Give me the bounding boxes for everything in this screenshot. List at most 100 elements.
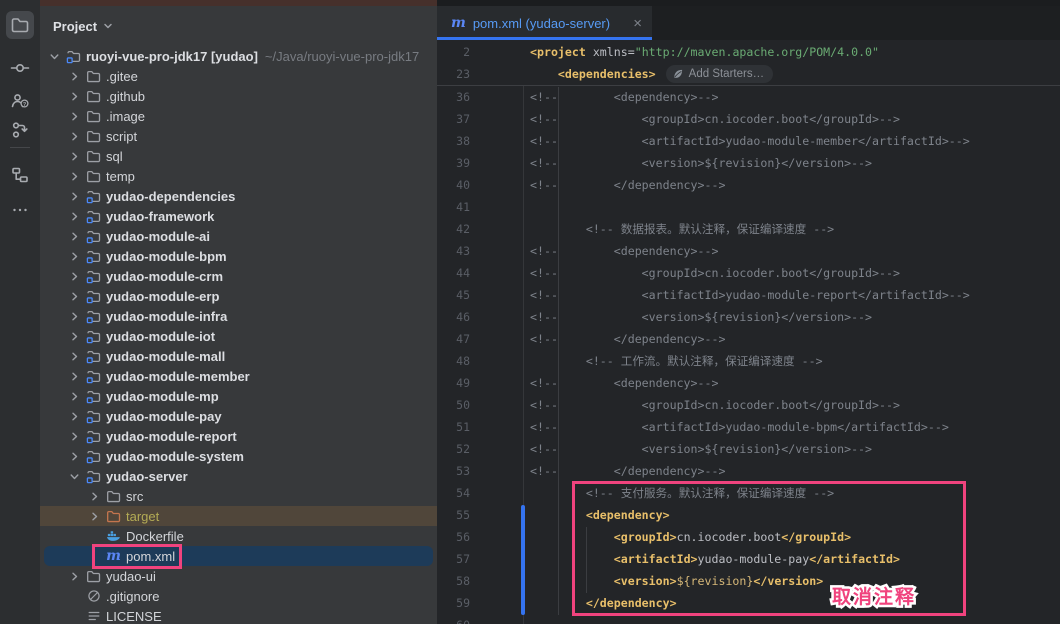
tree-item-label: yudao-module-system bbox=[106, 449, 244, 464]
add-starters-inlay[interactable]: Add Starters… bbox=[666, 65, 773, 83]
tree-item-yudao-module-member[interactable]: yudao-module-member bbox=[40, 366, 437, 386]
tree-item-yudao-module-bpm[interactable]: yudao-module-bpm bbox=[40, 246, 437, 266]
editor-body[interactable]: 36<!-- <dependency>-->37<!-- <groupId>cn… bbox=[437, 40, 1060, 624]
stripe-pull-requests-button[interactable]: ? bbox=[6, 87, 34, 115]
code-line-2: 2<project xmlns="http://maven.apache.org… bbox=[437, 41, 1060, 63]
editor-area[interactable]: m pom.xml (yudao-server) × 36<!-- <depen… bbox=[437, 6, 1060, 624]
folder-icon bbox=[86, 569, 101, 584]
code-line-36: 36<!-- <dependency>--> bbox=[437, 86, 1060, 108]
more-icon bbox=[10, 200, 30, 220]
stripe-project-button[interactable] bbox=[6, 11, 34, 39]
tree-item-yudao-framework[interactable]: yudao-framework bbox=[40, 206, 437, 226]
tree-item-yudao-module-pay[interactable]: yudao-module-pay bbox=[40, 406, 437, 426]
chevron-right-icon[interactable] bbox=[66, 106, 83, 126]
chevron-right-icon[interactable] bbox=[66, 406, 83, 426]
close-icon[interactable]: × bbox=[633, 16, 642, 31]
chevron-right-icon[interactable] bbox=[86, 506, 103, 526]
tree-item-content: .github bbox=[40, 86, 145, 106]
chevron-right-icon[interactable] bbox=[66, 366, 83, 386]
tab-pom-xml[interactable]: m pom.xml (yudao-server) × bbox=[437, 6, 652, 40]
chevron-right-icon[interactable] bbox=[66, 426, 83, 446]
tree-item-.github[interactable]: .github bbox=[40, 86, 437, 106]
project-view-selector[interactable]: Project bbox=[53, 14, 113, 38]
tree-item-.gitee[interactable]: .gitee bbox=[40, 66, 437, 86]
tree-item-dockerfile[interactable]: Dockerfile bbox=[40, 526, 437, 546]
chevron-right-icon[interactable] bbox=[66, 386, 83, 406]
tree-item-yudao-module-system[interactable]: yudao-module-system bbox=[40, 446, 437, 466]
chevron-right-icon[interactable] bbox=[66, 166, 83, 186]
chevron-right-icon[interactable] bbox=[66, 66, 83, 86]
tree-item-yudao-module-mall[interactable]: yudao-module-mall bbox=[40, 346, 437, 366]
tree-item-label: sql bbox=[106, 149, 123, 164]
tree-item-.image[interactable]: .image bbox=[40, 106, 437, 126]
chevron-right-icon[interactable] bbox=[66, 86, 83, 106]
tree-item-yudao-module-erp[interactable]: yudao-module-erp bbox=[40, 286, 437, 306]
chevron-right-icon[interactable] bbox=[66, 446, 83, 466]
stripe-vcs-graph-button[interactable] bbox=[6, 116, 34, 144]
stripe-commit-button[interactable] bbox=[6, 54, 34, 82]
chevron-right-icon[interactable] bbox=[66, 286, 83, 306]
tree-item-label: pom.xml bbox=[126, 549, 175, 564]
code-line-42: 42 <!-- 数据报表。默认注释，保证编译速度 --> bbox=[437, 218, 1060, 240]
line-number: 60 bbox=[437, 614, 470, 624]
code-text: <!-- <version>${revision}</version>--> bbox=[530, 438, 872, 460]
tree-item-label: yudao-module-bpm bbox=[106, 249, 227, 264]
chevron-right-icon[interactable] bbox=[66, 266, 83, 286]
tree-item-yudao-module-ai[interactable]: yudao-module-ai bbox=[40, 226, 437, 246]
tree-item-yudao-module-mp[interactable]: yudao-module-mp bbox=[40, 386, 437, 406]
line-number: 56 bbox=[437, 526, 470, 548]
tree-item-yudao-module-crm[interactable]: yudao-module-crm bbox=[40, 266, 437, 286]
stripe-structure-button[interactable] bbox=[6, 161, 34, 189]
tree-item-content: ruoyi-vue-pro-jdk17 [yudao]~/Java/ruoyi-… bbox=[40, 46, 419, 66]
chevron-down-icon[interactable] bbox=[66, 466, 83, 486]
tree-item-yudao-module-infra[interactable]: yudao-module-infra bbox=[40, 306, 437, 326]
chevron-right-icon[interactable] bbox=[66, 126, 83, 146]
tree-item-label: yudao-module-mall bbox=[106, 349, 225, 364]
tree-item-temp[interactable]: temp bbox=[40, 166, 437, 186]
line-number: 40 bbox=[437, 174, 470, 196]
chevron-right-icon[interactable] bbox=[66, 326, 83, 346]
code-line-45: 45<!-- <artifactId>yudao-module-report</… bbox=[437, 284, 1060, 306]
chevron-right-icon[interactable] bbox=[86, 486, 103, 506]
chevron-right-icon[interactable] bbox=[66, 246, 83, 266]
tree-item-yudao-server[interactable]: yudao-server bbox=[40, 466, 437, 486]
tree-item-sql[interactable]: sql bbox=[40, 146, 437, 166]
stripe-more-button[interactable] bbox=[6, 196, 34, 224]
tree-item-.gitignore[interactable]: .gitignore bbox=[40, 586, 437, 606]
tree-item-yudao-ui[interactable]: yudao-ui bbox=[40, 566, 437, 586]
chevron-right-icon[interactable] bbox=[66, 186, 83, 206]
chevron-right-icon[interactable] bbox=[66, 206, 83, 226]
line-number: 47 bbox=[437, 328, 470, 350]
chevron-down-icon[interactable] bbox=[46, 46, 63, 66]
line-number: 46 bbox=[437, 306, 470, 328]
module-icon bbox=[86, 289, 101, 304]
tree-item-content: yudao-module-mall bbox=[40, 346, 225, 366]
code-text: <!-- <version>${revision}</version>--> bbox=[530, 152, 872, 174]
tree-item-yudao-module-report[interactable]: yudao-module-report bbox=[40, 426, 437, 446]
line-number: 43 bbox=[437, 240, 470, 262]
tree-item-ruoyi-vue-pro-jdk17-yudao-[interactable]: ruoyi-vue-pro-jdk17 [yudao]~/Java/ruoyi-… bbox=[40, 46, 437, 66]
code-line-37: 37<!-- <groupId>cn.iocoder.boot</groupId… bbox=[437, 108, 1060, 130]
tree-item-target[interactable]: target bbox=[40, 506, 437, 526]
code-text: <artifactId>yudao-module-pay</artifactId… bbox=[530, 548, 900, 570]
chevron-right-icon[interactable] bbox=[66, 346, 83, 366]
tree-item-src[interactable]: src bbox=[40, 486, 437, 506]
code-line-47: 47<!-- </dependency>--> bbox=[437, 328, 1060, 350]
tree-item-content: target bbox=[40, 506, 159, 526]
chevron-right-icon[interactable] bbox=[66, 146, 83, 166]
code-line-50: 50<!-- <groupId>cn.iocoder.boot</groupId… bbox=[437, 394, 1060, 416]
chevron-right-icon[interactable] bbox=[66, 306, 83, 326]
tree-item-yudao-module-iot[interactable]: yudao-module-iot bbox=[40, 326, 437, 346]
sticky-lines-panel: 2<project xmlns="http://maven.apache.org… bbox=[437, 40, 1060, 86]
tree-item-license[interactable]: LICENSE bbox=[40, 606, 437, 624]
tree-item-script[interactable]: script bbox=[40, 126, 437, 146]
tree-item-pom.xml[interactable]: mpom.xml bbox=[40, 546, 437, 566]
chevron-spacer bbox=[86, 546, 103, 566]
tree-item-yudao-dependencies[interactable]: yudao-dependencies bbox=[40, 186, 437, 206]
tree-item-label: script bbox=[106, 129, 137, 144]
folder-excluded-icon bbox=[106, 509, 121, 524]
chevron-right-icon[interactable] bbox=[66, 226, 83, 246]
line-number: 51 bbox=[437, 416, 470, 438]
chevron-right-icon[interactable] bbox=[66, 566, 83, 586]
folder-icon bbox=[86, 109, 101, 124]
